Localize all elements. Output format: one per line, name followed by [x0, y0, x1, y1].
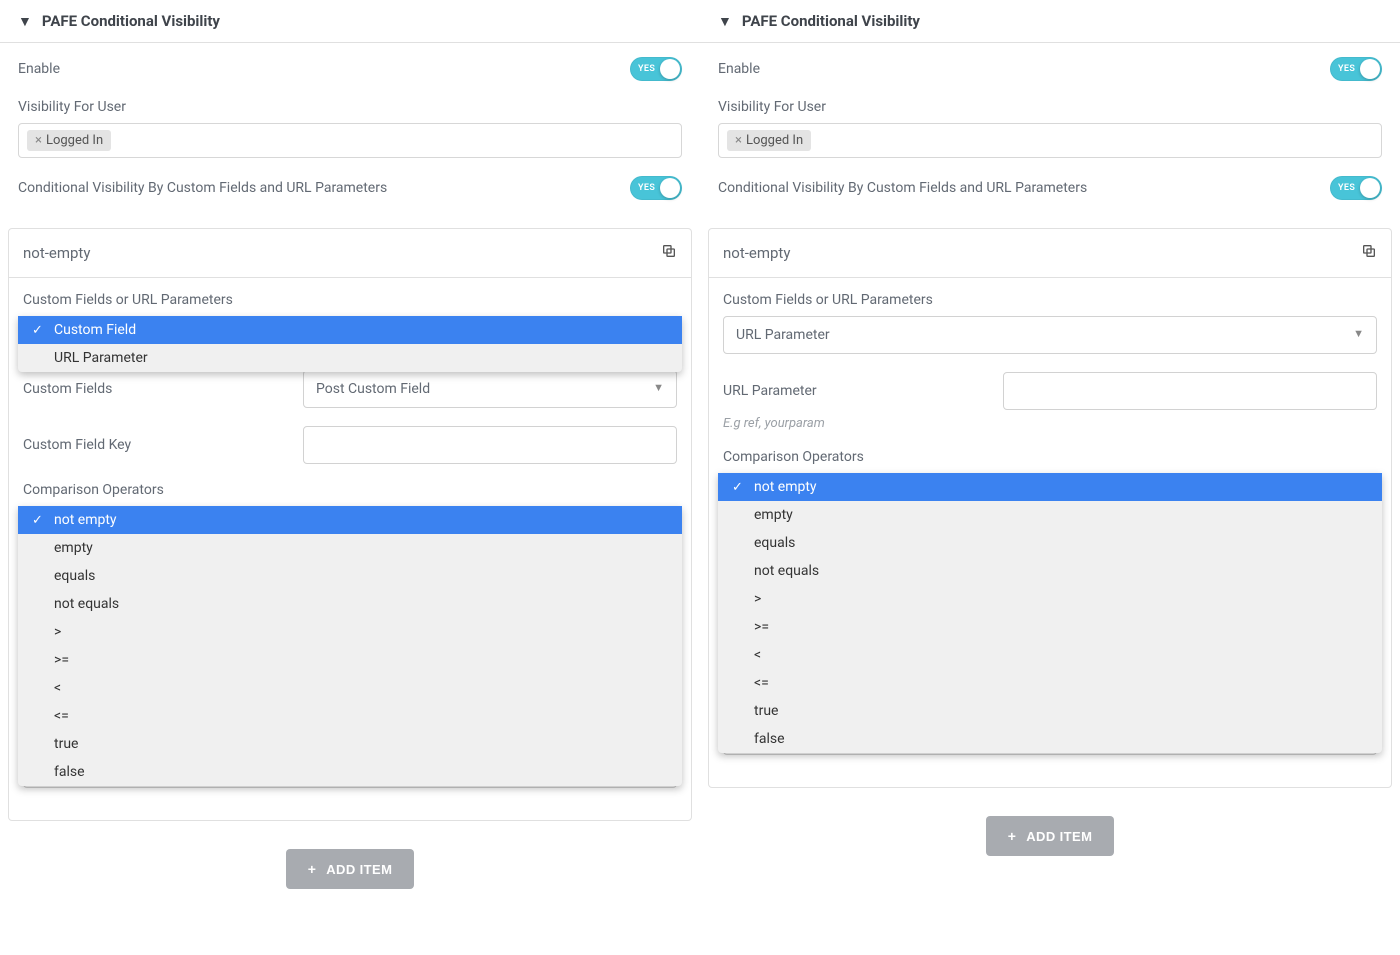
item-header[interactable]: not-empty — [709, 229, 1391, 278]
cond-vis-toggle[interactable]: YES — [1330, 176, 1382, 200]
tag-remove-icon[interactable]: × — [35, 133, 42, 148]
type-option-custom-field[interactable]: ✓ Custom Field — [18, 316, 682, 344]
visibility-for-user-label: Visibility For User — [18, 99, 682, 115]
duplicate-icon[interactable] — [1361, 243, 1377, 263]
toggle-yes-label: YES — [1338, 183, 1355, 193]
tag-label: Logged In — [46, 133, 103, 148]
comparison-option[interactable]: <= — [718, 669, 1382, 697]
comparison-option[interactable]: not equals — [718, 557, 1382, 585]
add-item-label: ADD ITEM — [1026, 829, 1092, 844]
comparison-option[interactable]: true — [18, 730, 682, 758]
type-dropdown-open: ✓ Custom Field URL Parameter — [18, 316, 682, 372]
comparison-option[interactable]: false — [718, 725, 1382, 753]
add-item-label: ADD ITEM — [326, 862, 392, 877]
comparison-option[interactable]: < — [18, 674, 682, 702]
comparison-option[interactable]: >= — [718, 613, 1382, 641]
section-title: PAFE Conditional Visibility — [42, 12, 220, 30]
plus-icon: + — [1008, 828, 1017, 844]
enable-label: Enable — [18, 61, 60, 77]
comparison-option[interactable]: true — [718, 697, 1382, 725]
visibility-for-user-label: Visibility For User — [718, 99, 1382, 115]
section-title: PAFE Conditional Visibility — [742, 12, 920, 30]
select-value: Post Custom Field — [316, 381, 430, 397]
url-parameter-helper: E.g ref, yourparam — [723, 416, 1377, 431]
repeater-item: not-empty Custom Fields or URL Parameter… — [708, 228, 1392, 788]
check-icon: ✓ — [32, 513, 43, 528]
type-option-url-parameter[interactable]: URL Parameter — [18, 344, 682, 372]
plus-icon: + — [308, 861, 317, 877]
comparison-option[interactable]: false — [18, 758, 682, 786]
custom-field-key-label: Custom Field Key — [23, 437, 303, 453]
caret-down-icon: ▼ — [718, 13, 732, 30]
cond-vis-toggle[interactable]: YES — [630, 176, 682, 200]
enable-toggle[interactable]: YES — [1330, 57, 1382, 81]
user-tag-logged-in[interactable]: × Logged In — [27, 130, 111, 151]
comparison-label: Comparison Operators — [23, 482, 677, 498]
repeater-item: not-empty Custom Fields or URL Parameter… — [8, 228, 692, 821]
cond-vis-label: Conditional Visibility By Custom Fields … — [718, 180, 1087, 196]
type-label: Custom Fields or URL Parameters — [723, 292, 1377, 308]
comparison-option[interactable]: equals — [718, 529, 1382, 557]
toggle-knob — [1360, 178, 1380, 198]
add-item-button[interactable]: + ADD ITEM — [286, 849, 415, 889]
comparison-option[interactable]: equals — [18, 562, 682, 590]
duplicate-icon[interactable] — [661, 243, 677, 263]
comparison-option[interactable]: ✓ not empty — [718, 473, 1382, 501]
check-icon: ✓ — [732, 480, 743, 495]
comparison-option[interactable]: < — [718, 641, 1382, 669]
url-parameter-input[interactable] — [1003, 372, 1377, 410]
comparison-label: Comparison Operators — [723, 449, 1377, 465]
tag-label: Logged In — [746, 133, 803, 148]
comparison-option[interactable]: >= — [18, 646, 682, 674]
item-title: not-empty — [723, 244, 790, 262]
comparison-option[interactable]: <= — [18, 702, 682, 730]
item-title: not-empty — [23, 244, 90, 262]
toggle-knob — [1360, 59, 1380, 79]
toggle-yes-label: YES — [1338, 64, 1355, 74]
toggle-knob — [660, 59, 680, 79]
tag-remove-icon[interactable]: × — [735, 133, 742, 148]
cond-vis-label: Conditional Visibility By Custom Fields … — [18, 180, 387, 196]
comparison-option[interactable]: not equals — [18, 590, 682, 618]
add-item-button[interactable]: + ADD ITEM — [986, 816, 1115, 856]
comparison-option[interactable]: ✓ not empty — [18, 506, 682, 534]
comparison-option[interactable]: > — [18, 618, 682, 646]
enable-toggle[interactable]: YES — [630, 57, 682, 81]
comparison-dropdown-open: ✓ not empty empty equals not equals > >=… — [18, 506, 682, 786]
type-label: Custom Fields or URL Parameters — [23, 292, 677, 308]
check-icon: ✓ — [32, 323, 43, 338]
toggle-yes-label: YES — [638, 183, 655, 193]
comparison-option[interactable]: empty — [18, 534, 682, 562]
toggle-yes-label: YES — [638, 64, 655, 74]
section-header[interactable]: ▼ PAFE Conditional Visibility — [700, 0, 1400, 43]
caret-down-icon: ▼ — [18, 13, 32, 30]
custom-fields-select[interactable]: Post Custom Field ▼ — [303, 370, 677, 408]
left-pane: ▼ PAFE Conditional Visibility Enable YES… — [0, 0, 700, 889]
custom-field-key-input[interactable] — [303, 426, 677, 464]
comparison-option[interactable]: empty — [718, 501, 1382, 529]
user-tag-logged-in[interactable]: × Logged In — [727, 130, 811, 151]
chevron-down-icon: ▼ — [1353, 327, 1364, 343]
item-header[interactable]: not-empty — [9, 229, 691, 278]
type-select[interactable]: URL Parameter ▼ — [723, 316, 1377, 354]
right-pane: ▼ PAFE Conditional Visibility Enable YES… — [700, 0, 1400, 889]
chevron-down-icon: ▼ — [653, 381, 664, 397]
section-header[interactable]: ▼ PAFE Conditional Visibility — [0, 0, 700, 43]
comparison-option[interactable]: > — [718, 585, 1382, 613]
select-value: URL Parameter — [736, 327, 830, 343]
visibility-user-input[interactable]: × Logged In — [18, 123, 682, 158]
comparison-dropdown-open: ✓ not empty empty equals not equals > >=… — [718, 473, 1382, 753]
toggle-knob — [660, 178, 680, 198]
url-parameter-label: URL Parameter — [723, 383, 1003, 399]
custom-fields-label: Custom Fields — [23, 381, 303, 397]
enable-label: Enable — [718, 61, 760, 77]
visibility-user-input[interactable]: × Logged In — [718, 123, 1382, 158]
